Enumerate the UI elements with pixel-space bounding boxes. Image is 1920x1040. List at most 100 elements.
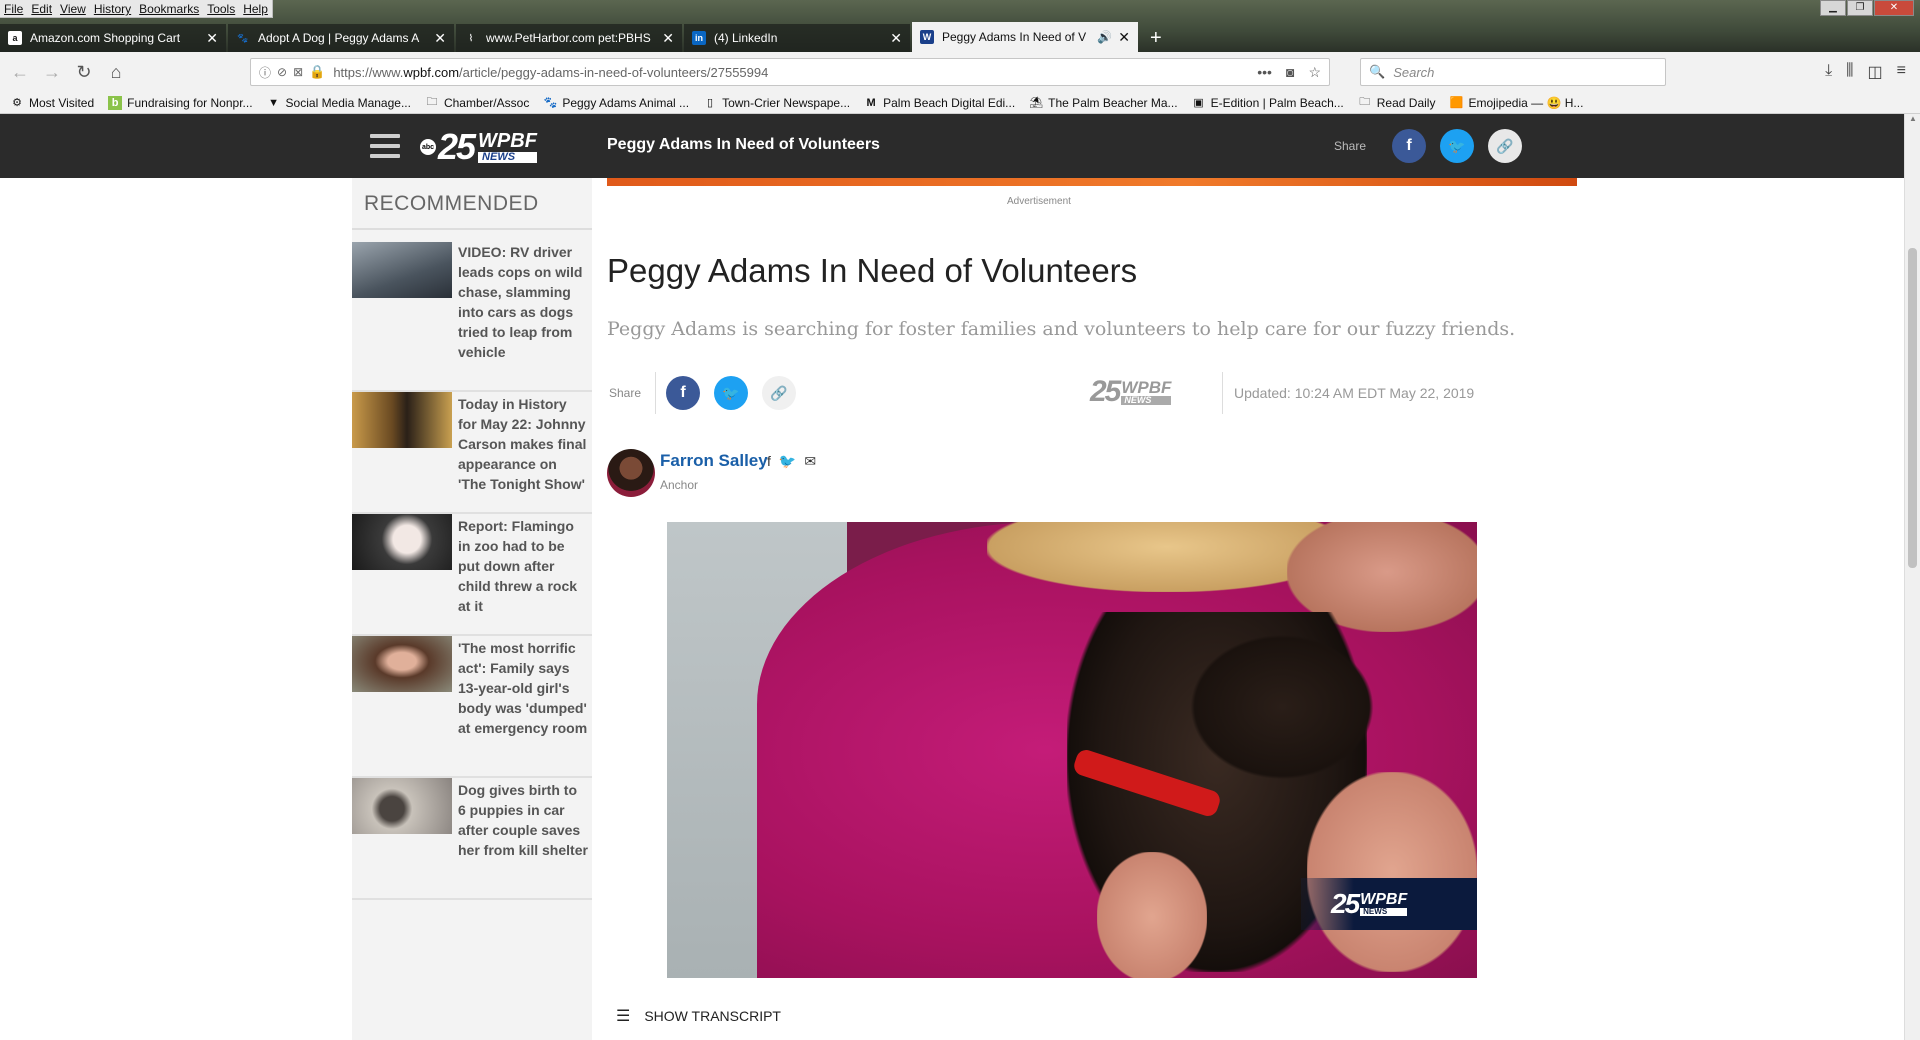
close-tab-icon[interactable]: ✕ [662,30,674,47]
author-avatar[interactable] [607,449,655,497]
advertisement-label: Advertisement [1007,196,1071,207]
bookmark-town-crier[interactable]: ▯ Town-Crier Newspape... [703,96,850,110]
downloads-icon[interactable]: ⤓ [1825,62,1832,82]
window-controls: ▁ ❐ ✕ [1820,0,1914,16]
bookmark-social-media[interactable]: ▼ Social Media Manage... [267,96,411,110]
folder-icon: 🗀 [426,96,438,108]
bookmark-peggy-adams[interactable]: 🐾 Peggy Adams Animal ... [543,96,689,110]
info-icon[interactable]: ⓘ [259,64,271,81]
tab-linkedin[interactable]: in (4) LinkedIn ✕ [684,24,910,52]
recommended-headline[interactable]: VIDEO: RV driver leads cops on wild chas… [458,242,588,362]
tab-peggy-adams[interactable]: 🐾 Adopt A Dog | Peggy Adams A ✕ [228,24,454,52]
bookmark-e-edition[interactable]: ▣ E-Edition | Palm Beach... [1192,96,1343,110]
bookmark-fundraising[interactable]: b Fundraising for Nonpr... [108,95,253,110]
tab-label: Adopt A Dog | Peggy Adams A [258,31,420,45]
url-bar[interactable]: ⓘ ⊘ ⊠ 🔒 https://www.wpbf.com/article/peg… [250,58,1330,86]
close-tab-icon[interactable]: ✕ [206,30,218,47]
recommended-item[interactable]: Report: Flamingo in zoo had to be put do… [352,514,592,636]
author-name[interactable]: Farron Salley [660,451,768,471]
bookmark-icon: ▼ [268,96,279,109]
tab-petharbor[interactable]: ⌇ www.PetHarbor.com pet:PBHS ✕ [456,24,682,52]
tab-label: Peggy Adams In Need of V [942,30,1087,44]
bookmarks-toolbar: ⚙ Most Visited b Fundraising for Nonpr... … [0,92,1920,114]
scrollbar-thumb[interactable] [1908,248,1917,568]
speaker-icon[interactable]: 🔊 [1097,30,1112,44]
page-actions-icon[interactable]: ••• [1257,64,1272,80]
thumbnail[interactable] [352,392,452,448]
close-tab-icon[interactable]: ✕ [1118,29,1130,46]
header-facebook-icon[interactable]: f [1392,129,1426,163]
permissions-icon[interactable]: ⊠ [293,65,303,79]
header-twitter-icon[interactable]: 🐦 [1440,129,1474,163]
thumbnail[interactable] [352,778,452,834]
bookmark-palm-beach-digital[interactable]: M Palm Beach Digital Edi... [864,96,1016,110]
recommended-item[interactable]: Today in History for May 22: Johnny Cars… [352,392,592,514]
recommended-headline[interactable]: Report: Flamingo in zoo had to be put do… [458,516,588,616]
author-email-icon[interactable]: ✉ [804,453,816,470]
bookmark-chamber[interactable]: 🗀 Chamber/Assoc [425,96,529,110]
wpbf-logo[interactable]: abc 25 WPBF NEWS [420,126,537,168]
menu-edit[interactable]: Edit [27,0,56,17]
home-button[interactable]: ⌂ [100,56,132,88]
menu-hamburger-icon[interactable]: ≡ [1897,62,1906,82]
advertisement-banner[interactable] [607,178,1577,186]
recommended-item[interactable]: VIDEO: RV driver leads cops on wild chas… [352,230,592,392]
menu-bookmarks[interactable]: Bookmarks [135,0,203,17]
bookmark-most-visited[interactable]: ⚙ Most Visited [10,96,94,110]
menu-help[interactable]: Help [239,0,272,17]
recommended-headline[interactable]: 'The most horrific act': Family says 13-… [458,638,588,738]
recommended-headline[interactable]: Dog gives birth to 6 puppies in car afte… [458,780,588,860]
recommended-item[interactable]: Dog gives birth to 6 puppies in car afte… [352,778,592,900]
divider [1222,372,1223,414]
scroll-up-icon[interactable]: ▲ [1905,114,1920,128]
header-link-icon[interactable]: 🔗 [1488,129,1522,163]
thumbnail[interactable] [352,636,452,692]
back-button[interactable]: ← [4,56,36,88]
facebook-share-icon[interactable]: f [666,376,700,410]
library-icon[interactable]: ⫼ [1846,62,1853,82]
maximize-button[interactable]: ❐ [1847,0,1873,16]
toolbar-right: ⤓ ⫼ ◫ ≡ [1825,62,1906,82]
thumbnail[interactable] [352,242,452,298]
article-video-player[interactable]: 25 WPBF NEWS [667,522,1477,978]
reload-button[interactable]: ↻ [68,56,100,88]
recommended-headline[interactable]: Today in History for May 22: Johnny Cars… [458,394,588,494]
twitter-share-icon[interactable]: 🐦 [714,376,748,410]
page-scrollbar[interactable]: ▲ [1904,114,1920,1040]
show-transcript-button[interactable]: ☰ SHOW TRANSCRIPT [616,1006,781,1026]
close-window-button[interactable]: ✕ [1874,0,1914,16]
bookmark-palm-beacher[interactable]: ⛱ The Palm Beacher Ma... [1029,96,1177,110]
author-twitter-icon[interactable]: 🐦 [779,453,796,470]
bookmark-emojipedia[interactable]: 🟧 Emojipedia — 😃 H... [1449,96,1584,110]
bookmark-star-icon[interactable]: ☆ [1308,64,1321,81]
new-tab-button[interactable]: + [1140,24,1172,52]
url-text[interactable]: https://www.wpbf.com/article/peggy-adams… [333,65,1243,80]
bookmark-read-daily[interactable]: 🗀 Read Daily [1358,96,1435,110]
minimize-button[interactable]: ▁ [1820,0,1846,16]
tab-wpbf-active[interactable]: W Peggy Adams In Need of V 🔊 ✕ [912,22,1138,52]
sidebar-toggle-icon[interactable]: ◫ [1868,62,1883,82]
recommended-item[interactable]: 'The most horrific act': Family says 13-… [352,636,592,778]
tracking-icon[interactable]: ⊘ [277,65,287,79]
thumbnail[interactable] [352,514,452,570]
author-facebook-icon[interactable]: f [767,453,771,470]
share-label: Share [609,386,642,400]
forward-button[interactable]: → [36,56,68,88]
close-tab-icon[interactable]: ✕ [890,30,902,47]
lock-icon[interactable]: 🔒 [309,64,325,80]
folder-icon: 🗀 [1359,96,1371,108]
search-input[interactable]: 🔍 Search [1360,58,1666,86]
pocket-icon[interactable]: ◙ [1286,64,1294,80]
menu-history[interactable]: History [90,0,135,17]
copy-link-icon[interactable]: 🔗 [762,376,796,410]
recommended-title: RECOMMENDED [364,192,539,215]
tab-amazon[interactable]: a Amazon.com Shopping Cart ✕ [0,24,226,52]
web-page: abc 25 WPBF NEWS Peggy Adams In Need of … [0,114,1904,1040]
site-menu-icon[interactable] [370,134,400,158]
menu-tools[interactable]: Tools [203,0,239,17]
article-subtitle: Peggy Adams is searching for foster fami… [607,318,1516,340]
logo-number: 25 [438,126,476,167]
close-tab-icon[interactable]: ✕ [434,30,446,47]
menu-file[interactable]: File [0,0,27,17]
menu-view[interactable]: View [56,0,90,17]
